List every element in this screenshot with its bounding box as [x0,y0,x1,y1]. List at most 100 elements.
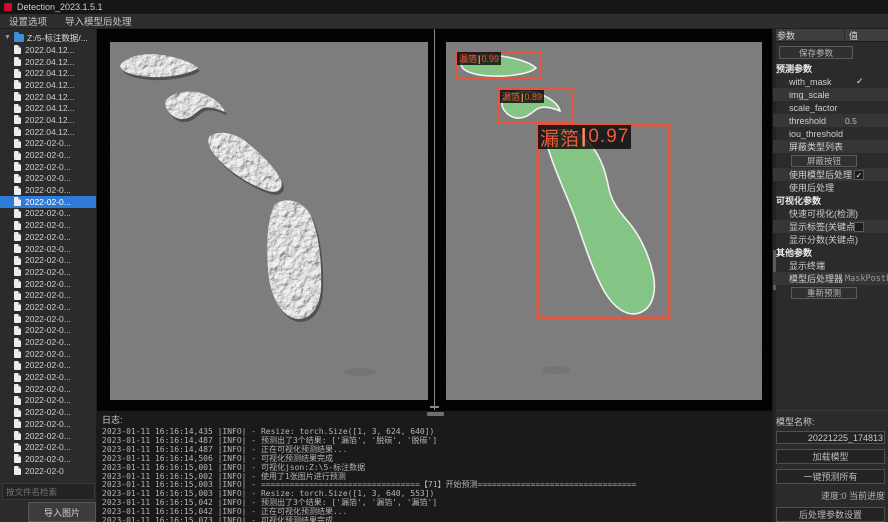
param-row[interactable]: img_scale [773,88,888,101]
tree-item[interactable]: 2022-02-0... [0,301,96,313]
param-row[interactable]: threshold0.5 [773,114,888,127]
tree-item[interactable]: 2022-02-0... [0,231,96,243]
load-model-button[interactable]: 加载模型 [776,449,885,464]
tree-item[interactable]: 2022-02-0... [0,360,96,372]
file-icon [14,279,21,288]
params-header: 参数 值 [773,29,888,42]
menu-item-import-postprocess[interactable]: 导入模型后处理 [56,14,141,28]
predict-all-button[interactable]: 一键预测所有 [776,469,885,484]
param-row[interactable]: 显示终端 [773,259,888,272]
save-params-button[interactable]: 保存参数 [779,46,853,59]
param-row[interactable]: 显示分数(关键点) [773,233,888,246]
param-row[interactable]: scale_factor [773,101,888,114]
param-value: 0.5 [845,116,857,126]
tree-item[interactable]: 2022-02-0... [0,184,96,196]
param-row[interactable]: iou_threshold [773,127,888,140]
tree-item-label: 2022-02-0... [25,150,71,160]
tree-item[interactable]: 2022-02-0... [0,371,96,383]
tree-item[interactable]: 2022-02-0... [0,418,96,430]
file-icon [14,419,21,428]
tree-item[interactable]: 2022-02-0... [0,383,96,395]
menu-bar: 设置选项 导入模型后处理 [0,14,888,29]
file-icon [14,454,21,463]
file-icon [14,80,21,89]
file-icon [14,186,21,195]
file-icon [14,326,21,335]
tree-item[interactable]: 2022-02-0... [0,348,96,360]
param-button-row: 重新预测 [773,285,888,300]
tree-item[interactable]: 2022-02-0... [0,406,96,418]
tree-item-label: 2022-02-0... [25,431,71,441]
caret-down-icon[interactable]: ▼ [4,34,11,41]
model-name-select[interactable]: 20221225_174813 [776,431,885,444]
tree-item[interactable]: 2022.04.12... [0,102,96,114]
tree-item[interactable]: 2022-02-0... [0,161,96,173]
param-button[interactable]: 重新预测 [791,287,857,299]
tree-item[interactable]: 2022-02-0... [0,173,96,185]
tree-item[interactable]: 2022.04.12... [0,67,96,79]
file-icon [14,115,21,124]
prediction-image-canvas[interactable]: 漏箔|0.99 漏箔|0.89 漏箔|0.97 [446,42,762,400]
param-label: img_scale [773,90,830,100]
tree-item[interactable]: 2022-02-0... [0,325,96,337]
file-icon [14,232,21,241]
tree-item-label: 2022-02-0... [25,208,71,218]
tree-item[interactable]: 2022-02-0... [0,430,96,442]
tree-item[interactable]: 2022-02-0... [0,278,96,290]
param-row[interactable]: 使用后处理 [773,181,888,194]
file-icon [14,57,21,66]
menu-item-settings[interactable]: 设置选项 [0,14,56,28]
tree-item[interactable]: 2022-02-0... [0,149,96,161]
tree-item[interactable]: 2022-02-0... [0,219,96,231]
prediction-image [446,42,762,400]
tree-item-label: 2022-02-0... [25,314,71,324]
center-panel: 漏箔|0.99 漏箔|0.89 漏箔|0.97 日志: 2023-01-11 1… [97,29,772,522]
tree-item[interactable]: 2022-02-0... [0,313,96,325]
tree-root[interactable]: ▼ Z:/5-标注数据/... [0,31,96,44]
tree-item[interactable]: 2022-02-0... [0,453,96,465]
checkbox-checked[interactable]: ✓ [854,170,864,180]
tree-item-label: 2022.04.12... [25,103,75,113]
tree-item[interactable]: 2022-02-0... [0,289,96,301]
tree-item[interactable]: 2022.04.12... [0,114,96,126]
file-icon [14,162,21,171]
tree-item[interactable]: 2022-02-0 [0,465,96,477]
checkbox-empty[interactable] [854,222,864,232]
postprocess-settings-button[interactable]: 后处理参数设置 [776,507,885,522]
tree-item[interactable]: 2022-02-0... [0,266,96,278]
tree-item-label: 2022-02-0... [25,267,71,277]
param-row[interactable]: 快速可视化(检测) [773,207,888,220]
tree-item[interactable]: 2022.04.12... [0,56,96,68]
param-row[interactable]: 屏蔽类型列表 [773,140,888,153]
window-title: Detection_2023.1.5.1 [17,2,103,12]
tree-item[interactable]: 2022-02-0... [0,138,96,150]
tree-item[interactable]: 2022.04.12... [0,91,96,103]
file-icon [14,396,21,405]
tree-item[interactable]: 2022-02-0... [0,441,96,453]
tree-item[interactable]: 2022-02-0... [0,243,96,255]
tree-item[interactable]: 2022-02-0... [0,208,96,220]
tree-item[interactable]: 2022-02-0... [0,336,96,348]
tree-item[interactable]: 2022.04.12... [0,44,96,56]
file-icon [14,221,21,230]
param-row[interactable]: 使用模型后处理✓ [773,168,888,181]
search-input[interactable] [2,483,95,500]
tree-item[interactable]: 2022-02-0... [0,395,96,407]
tree-item[interactable]: 2022.04.12... [0,126,96,138]
param-row[interactable]: with_mask✓ [773,75,888,88]
param-row[interactable]: 显示标签(关键点) [773,220,888,233]
tree-item-label: 2022-02-0... [25,384,71,394]
param-row[interactable]: 模型后处理器MaskPostPro [773,272,888,285]
file-icon [14,69,21,78]
tree-item-label: 2022-02-0... [25,407,71,417]
param-label: 屏蔽类型列表 [773,140,843,153]
file-icon [14,384,21,393]
import-images-button[interactable]: 导入图片 [28,502,96,522]
tree-item[interactable]: 2022-02-0... [0,196,96,208]
param-button[interactable]: 屏蔽按钮 [791,155,857,167]
log-scrollbar-thumb[interactable] [427,412,444,416]
tree-item[interactable]: 2022-02-0... [0,254,96,266]
tree-item[interactable]: 2022.04.12... [0,79,96,91]
original-image-canvas[interactable] [110,42,428,400]
folder-icon [14,34,24,42]
